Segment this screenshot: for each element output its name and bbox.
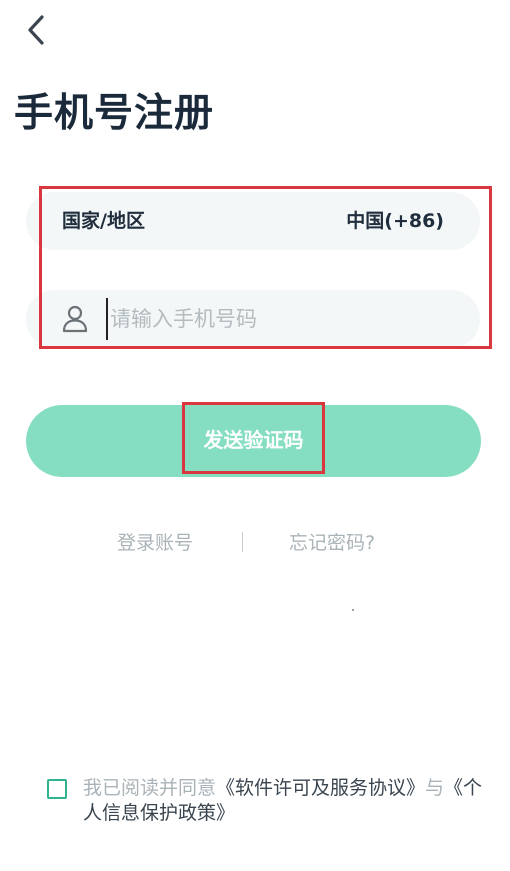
license-agreement-link[interactable]: 《软件许可及服务协议》 [216,777,425,799]
agreement-prefix: 我已阅读并同意 [83,777,217,799]
stray-dot [352,609,354,611]
send-code-button[interactable]: 发送验证码 [26,405,481,477]
user-icon [60,304,90,334]
chevron-left-icon [28,15,44,45]
agreement-and: 与 [425,777,445,799]
region-value[interactable]: 中国(+86) [346,192,444,250]
region-selector[interactable]: 国家/地区 中国(+86) [26,192,480,250]
send-code-label: 发送验证码 [203,430,304,452]
agreement-checkbox[interactable] [47,779,67,799]
link-divider [242,532,243,552]
agreement-text: 我已阅读并同意《软件许可及服务协议》与《个人信息保护政策》 [83,776,483,826]
back-button[interactable] [22,12,54,48]
phone-input[interactable] [106,298,460,340]
page-title: 手机号注册 [14,91,215,136]
phone-field [26,290,480,348]
region-label: 国家/地区 [62,210,145,232]
login-link[interactable]: 登录账号 [117,530,193,556]
forgot-password-link[interactable]: 忘记密码? [289,530,375,556]
